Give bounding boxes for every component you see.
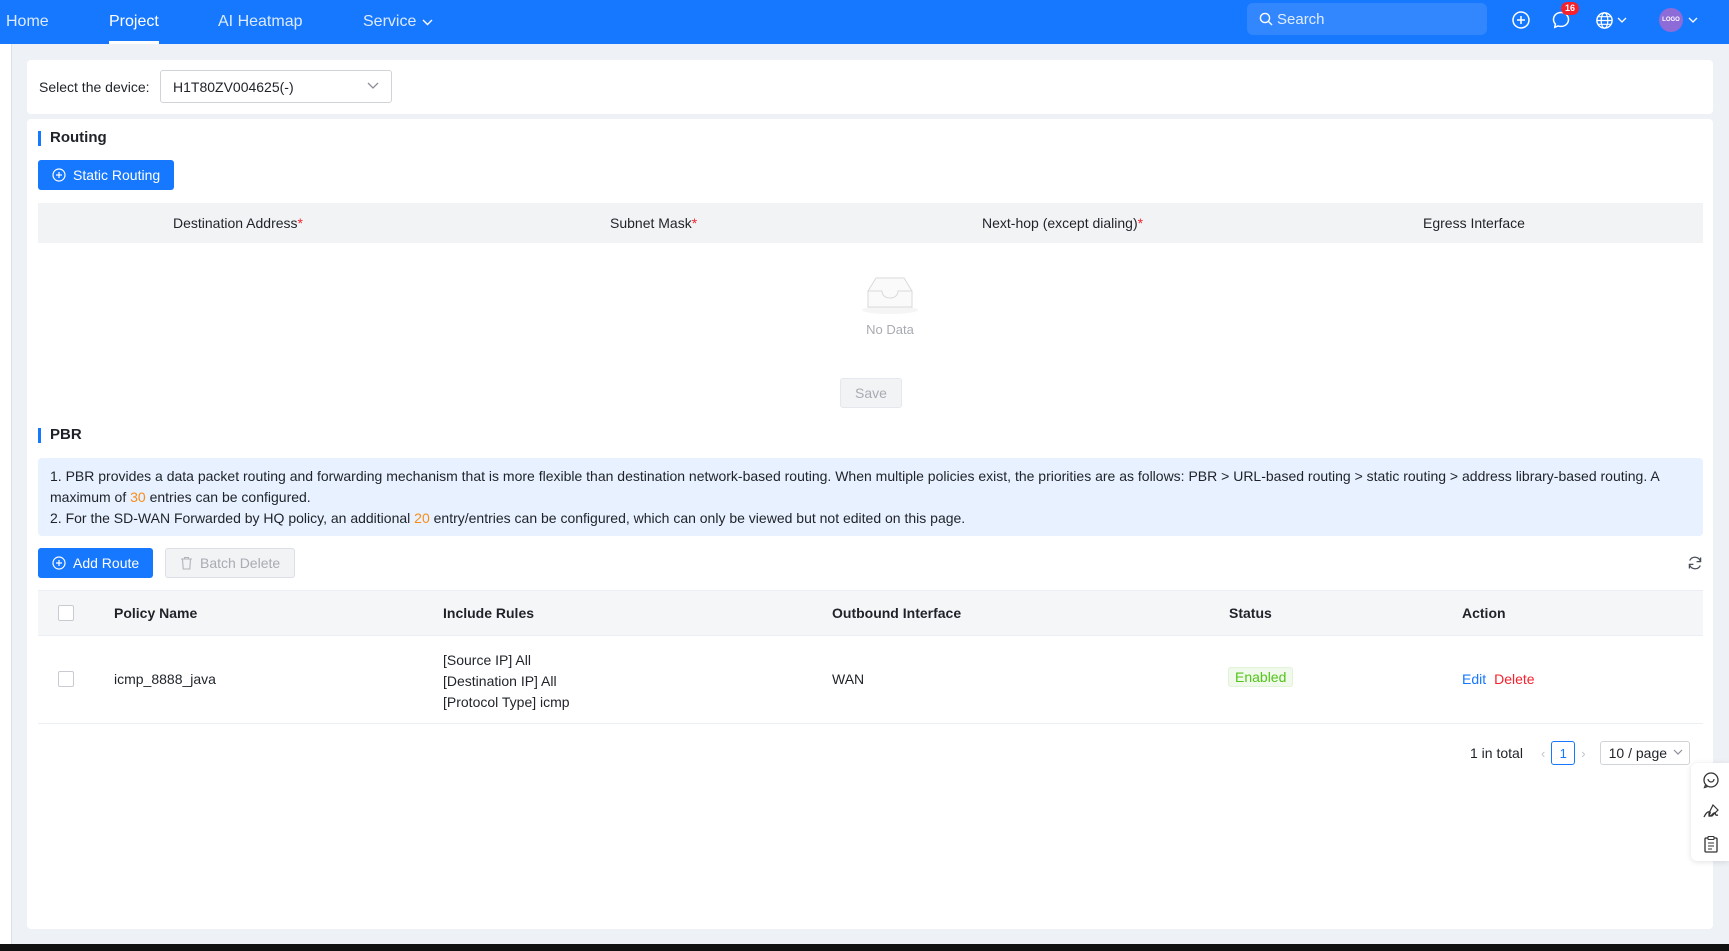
pbr-info-line-1: 1. PBR provides a data packet routing an…: [50, 468, 1659, 505]
col-subnet-mask: Subnet Mask*: [610, 215, 698, 231]
col-policy-name: Policy Name: [114, 605, 198, 621]
nav-ai-heatmap[interactable]: AI Heatmap: [218, 0, 302, 44]
chevron-down-icon: [1673, 749, 1683, 755]
select-all-checkbox[interactable]: [58, 605, 74, 621]
policy-name-cell: icmp_8888_java: [114, 671, 216, 687]
pbr-info-notice: 1. PBR provides a data packet routing an…: [38, 458, 1703, 536]
page-size-select[interactable]: 10 / page: [1599, 741, 1690, 765]
chat-support-icon[interactable]: [1702, 771, 1720, 789]
avatar[interactable]: LOGO: [1659, 8, 1683, 32]
page-size-value: 10 / page: [1608, 745, 1668, 761]
col-destination-address: Destination Address*: [173, 215, 303, 231]
device-select[interactable]: H1T80ZV004625(-): [160, 70, 392, 103]
device-selector-card: Select the device: H1T80ZV004625(-): [27, 60, 1713, 114]
col-outbound-interface: Outbound Interface: [832, 605, 962, 621]
col-action: Action: [1462, 605, 1506, 621]
rule-destination-ip: [Destination IP] All: [443, 673, 557, 689]
clipboard-icon[interactable]: [1702, 835, 1720, 853]
add-route-label: Add Route: [73, 555, 140, 571]
add-circle-icon[interactable]: [1509, 8, 1533, 32]
globe-icon: [1596, 11, 1613, 29]
pagination-total: 1 in total: [1470, 745, 1523, 761]
pbr-table: Policy Name Include Rules Outbound Inter…: [38, 590, 1703, 724]
search-input[interactable]: [1277, 10, 1477, 28]
chevron-down-icon[interactable]: [1688, 17, 1698, 23]
static-routing-button[interactable]: Static Routing: [38, 160, 175, 190]
empty-state-text: No Data: [866, 322, 914, 337]
status-cell: Enabled: [1228, 667, 1294, 687]
language-selector[interactable]: [1595, 8, 1631, 32]
trash-icon: [181, 556, 192, 570]
floating-toolbar: [1691, 763, 1729, 861]
row-checkbox[interactable]: [58, 671, 74, 687]
routing-table-header: Destination Address* Subnet Mask* Next-h…: [38, 203, 1703, 243]
nav-home[interactable]: Home: [6, 0, 49, 44]
refresh-icon[interactable]: [1687, 555, 1703, 571]
table-row: icmp_8888_java [Source IP] All [Destinat…: [38, 636, 1703, 724]
pagination: 1 in total ‹ 1 › 10 / page: [1470, 741, 1690, 765]
chevron-down-icon: [422, 19, 433, 25]
feedback-sign-icon[interactable]: [1702, 803, 1720, 821]
status-badge: Enabled: [1228, 667, 1294, 687]
chevron-down-icon: [367, 82, 379, 89]
static-routing-label: Static Routing: [73, 167, 161, 183]
add-route-button[interactable]: Add Route: [38, 548, 154, 578]
col-egress-interface: Egress Interface: [1423, 215, 1525, 231]
pbr-table-header: Policy Name Include Rules Outbound Inter…: [38, 590, 1703, 636]
delete-link[interactable]: Delete: [1494, 671, 1534, 687]
pbr-section-title: PBR: [38, 426, 82, 443]
page-number[interactable]: 1: [1551, 741, 1576, 765]
col-status: Status: [1229, 605, 1272, 621]
add-circle-icon: [52, 556, 66, 570]
col-next-hop: Next-hop (except dialing)*: [982, 215, 1144, 231]
top-navigation-bar: Home Project AI Heatmap Service 16 LOGO: [0, 0, 1729, 44]
search-box[interactable]: [1247, 3, 1487, 35]
batch-delete-label: Batch Delete: [200, 555, 281, 571]
taskbar-strip: [0, 944, 1729, 951]
left-sidebar-strip: [0, 44, 12, 951]
batch-delete-button[interactable]: Batch Delete: [165, 548, 296, 578]
search-icon: [1259, 12, 1273, 26]
routing-section-title: Routing: [38, 129, 107, 146]
main-content-card: Routing Static Routing Destination Addre…: [27, 119, 1713, 929]
next-page-icon[interactable]: ›: [1581, 746, 1585, 761]
chevron-down-icon: [1617, 17, 1627, 23]
pbr-info-line-2: 2. For the SD-WAN Forwarded by HQ policy…: [50, 510, 966, 526]
rule-protocol-type: [Protocol Type] icmp: [443, 694, 570, 710]
device-label: Select the device:: [39, 79, 150, 95]
nav-service[interactable]: Service: [363, 0, 433, 44]
rule-source-ip: [Source IP] All: [443, 652, 531, 668]
empty-state: No Data: [840, 273, 940, 337]
message-icon[interactable]: 16: [1549, 2, 1580, 32]
include-rules-cell: [Source IP] All [Destination IP] All [Pr…: [443, 650, 570, 713]
prev-page-icon[interactable]: ‹: [1541, 746, 1545, 761]
empty-inbox-icon: [862, 277, 918, 314]
notification-badge: 16: [1561, 2, 1580, 15]
outbound-interface-cell: WAN: [832, 671, 865, 687]
action-cell: Edit Delete: [1462, 671, 1535, 687]
nav-service-label: Service: [363, 13, 417, 30]
device-select-value: H1T80ZV004625(-): [173, 78, 294, 95]
add-circle-icon: [52, 168, 66, 182]
save-button[interactable]: Save: [840, 378, 902, 408]
nav-project[interactable]: Project: [109, 0, 159, 44]
col-include-rules: Include Rules: [443, 605, 535, 621]
edit-link[interactable]: Edit: [1462, 671, 1486, 687]
